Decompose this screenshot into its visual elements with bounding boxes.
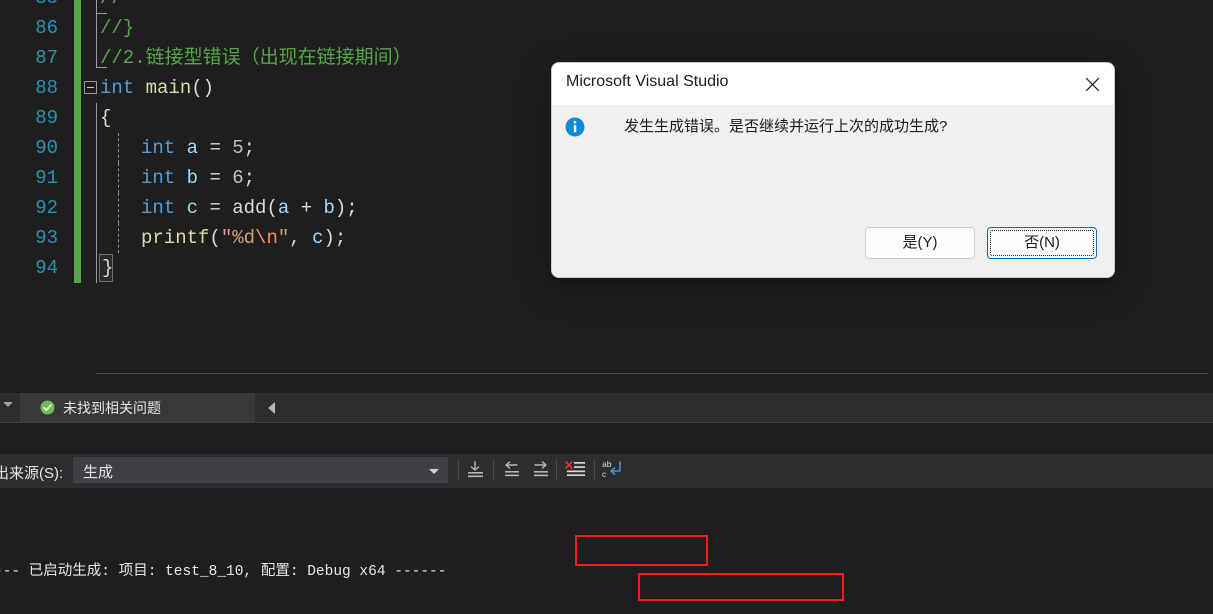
triangle-left-icon[interactable] xyxy=(268,402,275,414)
collapse-outline-icon[interactable] xyxy=(84,81,97,94)
change-bar xyxy=(74,163,81,193)
code-text: } xyxy=(102,257,114,279)
line-number: 91 xyxy=(35,167,58,189)
no-button[interactable]: 否(N) xyxy=(987,227,1097,259)
indent-guide xyxy=(96,103,97,133)
line-number: 87 xyxy=(35,47,58,69)
code-line[interactable]: 85 // xyxy=(0,0,1213,14)
change-bar xyxy=(74,103,81,133)
current-line-highlight xyxy=(96,373,1208,385)
output-line: 已启动生成… xyxy=(0,520,75,523)
toolbar-separator xyxy=(556,459,557,481)
indent-guide xyxy=(96,163,97,193)
toolbar-separator xyxy=(493,459,494,481)
vs-window: 85 // 86 //} 87 //2.链接型错误（出现在链接期间） xyxy=(0,0,1213,614)
change-bar xyxy=(74,13,81,43)
clear-all-icon[interactable] xyxy=(562,459,590,481)
output-text[interactable]: 已启动生成… --- 已启动生成: 项目: test_8_10, 配置: Deb… xyxy=(0,488,1213,614)
output-line: --- 已启动生成: 项目: test_8_10, 配置: Debug x64 … xyxy=(0,564,447,580)
error-list-status-text: 未找到相关问题 xyxy=(63,400,161,416)
divider xyxy=(0,422,1213,423)
indent-guide-dashed xyxy=(118,133,119,163)
line-number: 89 xyxy=(35,107,58,129)
chevron-down-icon[interactable] xyxy=(429,469,439,474)
svg-text:c: c xyxy=(602,469,607,479)
change-bar xyxy=(74,0,81,13)
info-icon xyxy=(565,117,585,137)
dialog-body: 发生生成错误。是否继续并运行上次的成功生成? 是(Y)否(N) 不再显示此对话框… xyxy=(552,105,1114,277)
line-number: 86 xyxy=(35,17,58,39)
indent-guide xyxy=(96,13,97,43)
change-bar xyxy=(74,73,81,103)
output-source-value: 生成 xyxy=(83,464,114,481)
line-number: 90 xyxy=(35,137,58,159)
change-bar xyxy=(74,193,81,223)
dialog-message: 发生生成错误。是否继续并运行上次的成功生成? xyxy=(624,118,948,135)
output-pane[interactable]: 出来源(S): 生成 ab c --- 已启动生成: 项目: test_8_10… xyxy=(0,426,1213,614)
yes-button[interactable]: 是(Y) xyxy=(865,227,975,259)
toolbar-separator xyxy=(594,459,595,481)
word-wrap-icon[interactable]: ab c xyxy=(600,459,628,481)
line-number: 88 xyxy=(35,77,58,99)
toolbar-separator xyxy=(458,459,459,481)
code-text: int c = add(a + b); xyxy=(141,197,358,219)
dialog-title: Microsoft Visual Studio xyxy=(566,73,729,90)
change-bar xyxy=(74,133,81,163)
code-text: int a = 5; xyxy=(141,137,256,159)
output-source-label: 出来源(S): xyxy=(0,465,64,482)
output-source-select[interactable]: 生成 xyxy=(73,457,448,483)
change-bar xyxy=(74,223,81,253)
code-text: { xyxy=(100,107,112,129)
indent-guide xyxy=(96,253,97,283)
change-bar xyxy=(74,43,81,73)
next-message-icon[interactable] xyxy=(527,459,555,481)
indent-guide xyxy=(96,133,97,163)
code-text: int main() xyxy=(100,77,215,99)
go-to-message-icon[interactable] xyxy=(462,459,490,481)
code-text: int b = 6; xyxy=(141,167,256,189)
code-text: //2.链接型错误（出现在链接期间） xyxy=(100,47,412,69)
indent-guide-dashed xyxy=(118,223,119,253)
close-icon[interactable] xyxy=(1070,63,1114,105)
svg-text:ab: ab xyxy=(602,459,612,469)
check-circle-icon xyxy=(40,400,55,415)
indent-guide-dashed xyxy=(118,193,119,223)
error-list-tab[interactable]: 未找到相关问题 xyxy=(20,393,255,422)
indent-guide xyxy=(96,223,97,253)
code-line[interactable]: 86 //} xyxy=(0,13,1213,43)
dialog-title-bar[interactable]: Microsoft Visual Studio xyxy=(552,63,1114,105)
indent-guide xyxy=(96,193,97,223)
build-error-dialog[interactable]: Microsoft Visual Studio 发生生成错误。是否继续并运行上次… xyxy=(551,62,1115,278)
code-text: // xyxy=(100,0,123,13)
previous-message-icon[interactable] xyxy=(498,459,526,481)
change-bar xyxy=(74,253,81,283)
dialog-button-row: 是(Y) 否(N) xyxy=(865,227,1097,259)
focus-ring xyxy=(990,230,1094,256)
indent-guide-dashed xyxy=(118,163,119,193)
line-number: 93 xyxy=(35,227,58,249)
code-text: printf("%d\n", c); xyxy=(141,227,347,249)
line-number: 94 xyxy=(35,257,58,279)
line-number: 85 xyxy=(0,0,58,13)
line-number: 92 xyxy=(35,197,58,219)
code-text: //} xyxy=(100,17,135,39)
error-list-strip[interactable]: 未找到相关问题 xyxy=(0,393,1213,422)
chevron-down-icon[interactable] xyxy=(3,402,13,407)
